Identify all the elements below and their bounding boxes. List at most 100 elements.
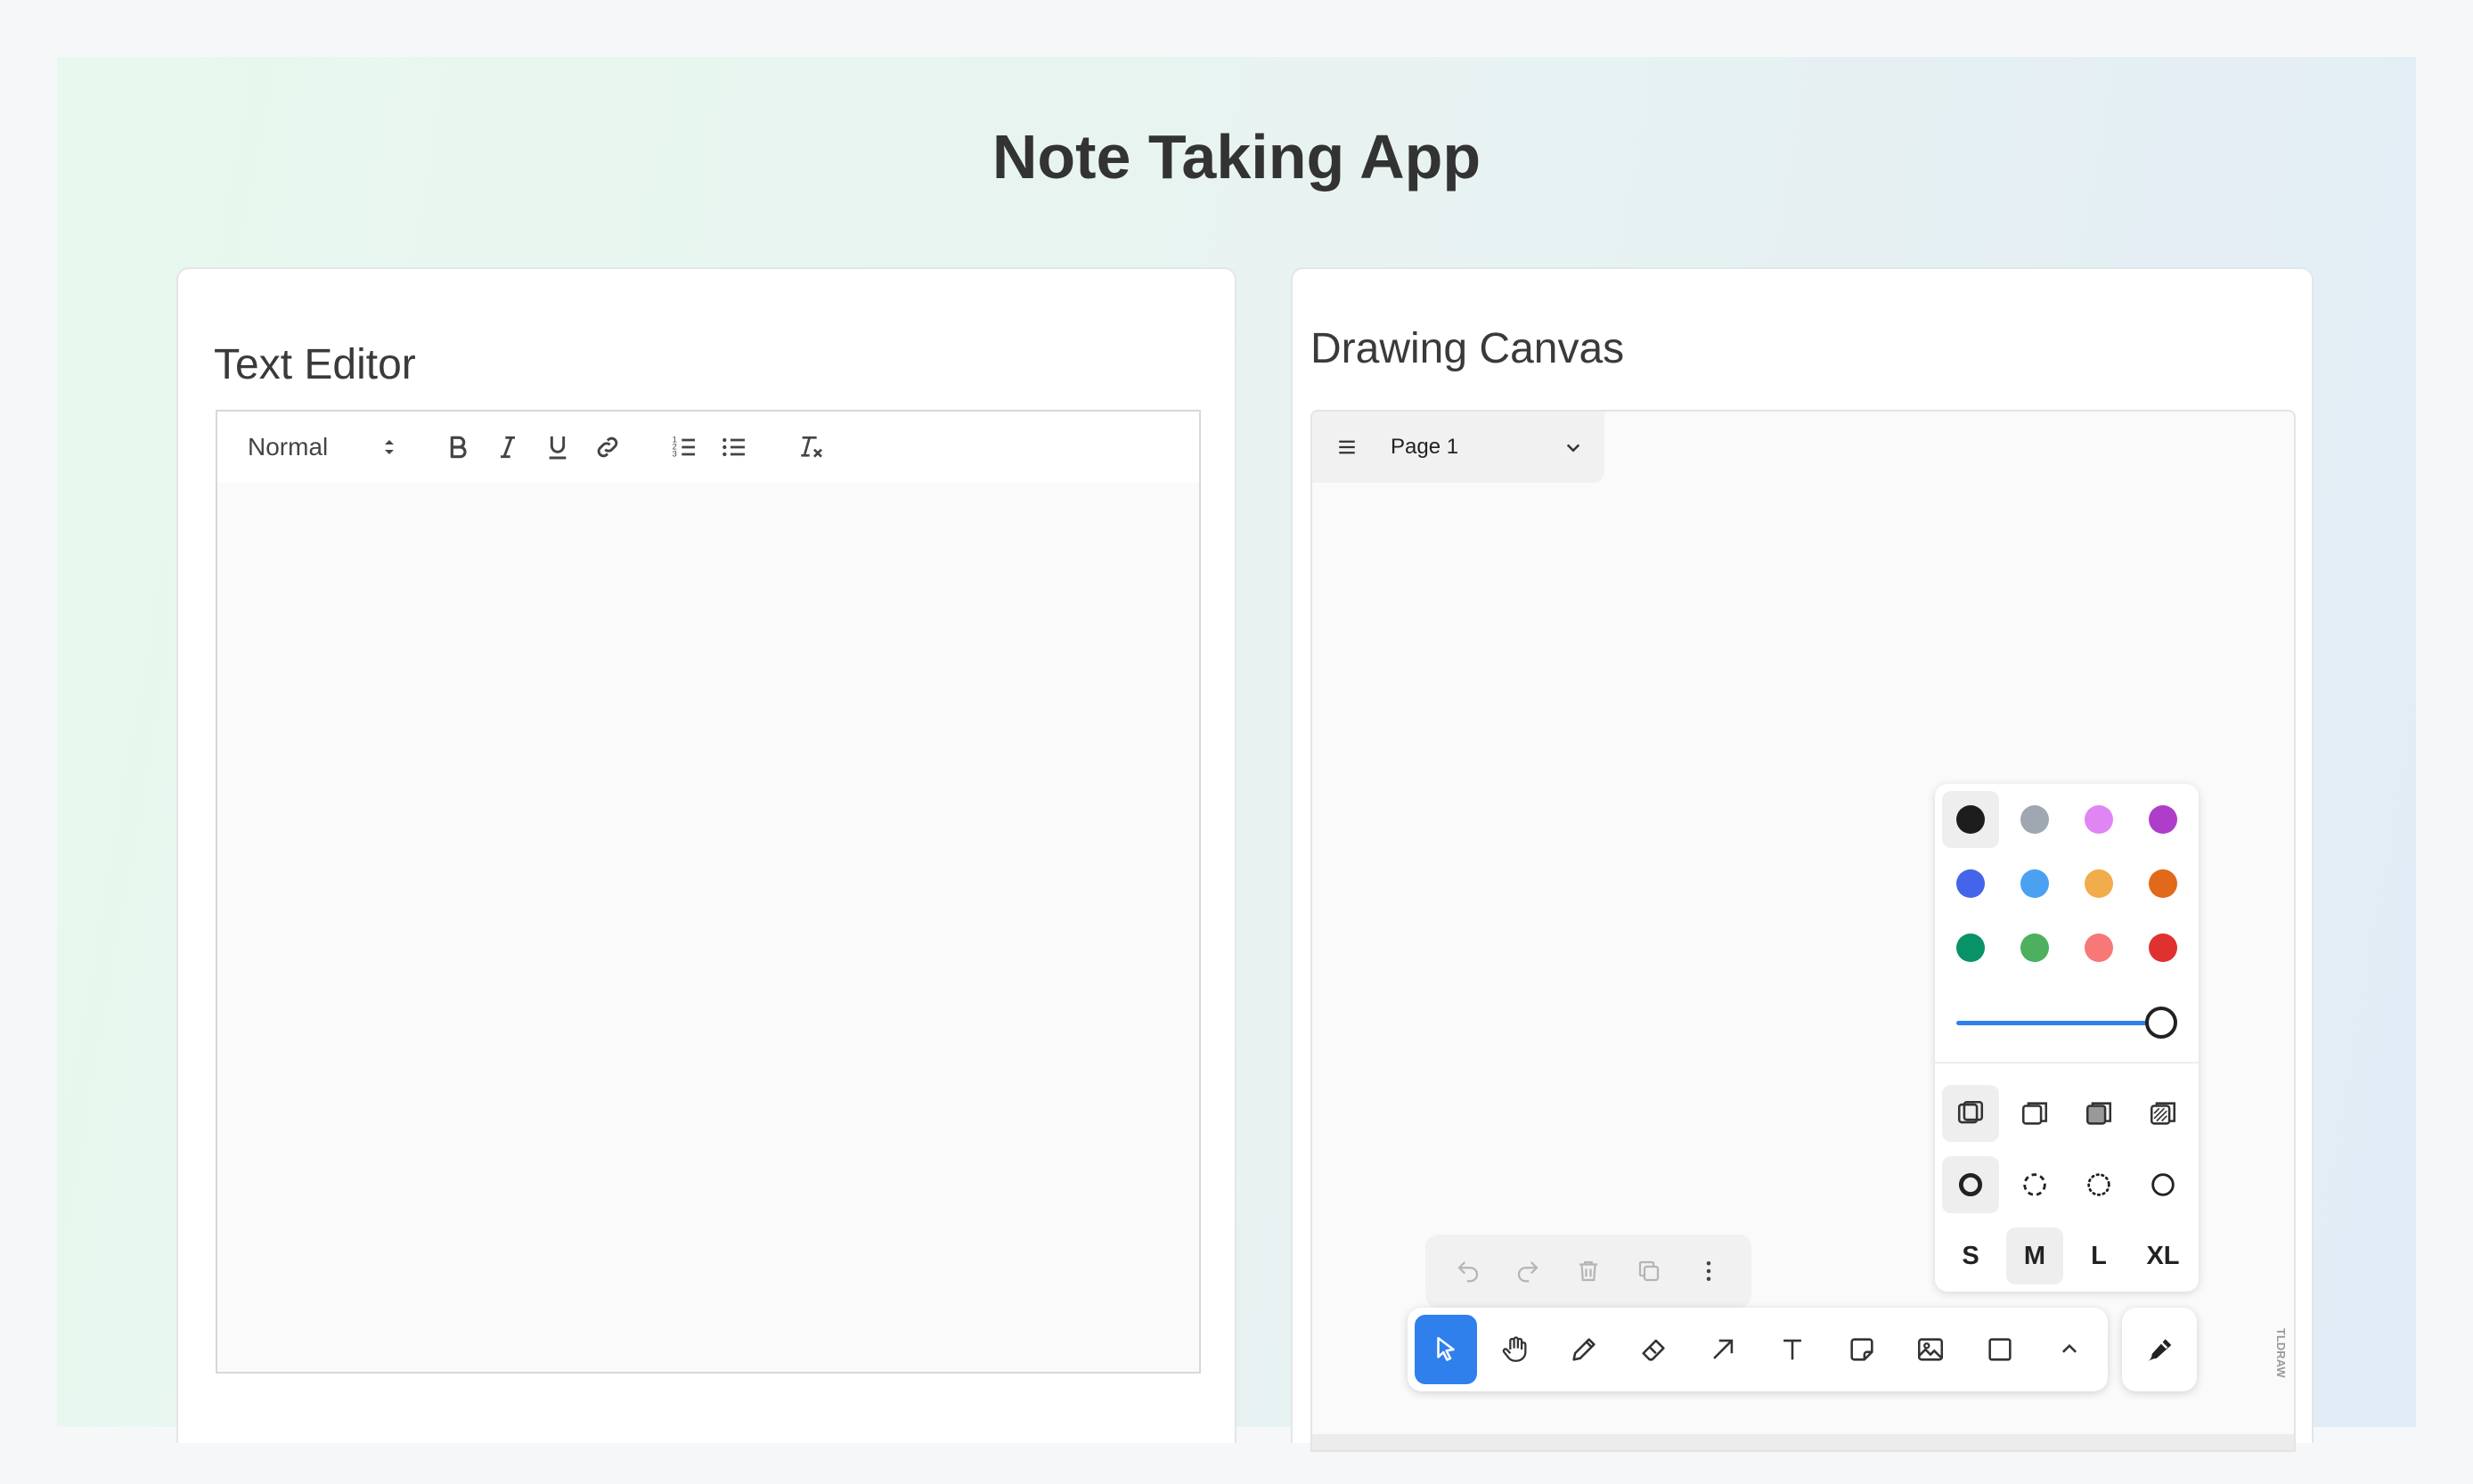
color-swatch-black[interactable] xyxy=(1942,791,1999,848)
select-arrows-icon xyxy=(385,440,394,454)
panel-divider xyxy=(1935,1062,2199,1064)
current-page-label: Page 1 xyxy=(1391,435,1459,459)
color-swatch-orange[interactable] xyxy=(2134,855,2191,912)
dash-draw-button[interactable] xyxy=(1942,1156,1999,1213)
chevron-down-icon[interactable] xyxy=(1560,434,1587,461)
underline-button[interactable] xyxy=(533,422,583,472)
fill-none-button[interactable] xyxy=(1942,1085,1999,1142)
tool-bar xyxy=(1408,1308,2108,1391)
redo-button[interactable] xyxy=(1503,1246,1553,1296)
color-swatch-green[interactable] xyxy=(1942,919,1999,976)
color-dot xyxy=(2020,869,2049,898)
bold-button[interactable] xyxy=(433,422,483,472)
color-dot xyxy=(2085,934,2113,962)
italic-icon xyxy=(501,436,515,459)
dash-draw-icon xyxy=(1958,1172,1983,1197)
opacity-slider-track[interactable] xyxy=(1956,1021,2161,1025)
tldraw-watermark: TLDRAW xyxy=(2274,1328,2288,1378)
page-title: Note Taking App xyxy=(992,122,1481,192)
image-icon xyxy=(1918,1338,1944,1361)
brush-icon xyxy=(2147,1339,2172,1362)
color-dot xyxy=(2020,934,2049,962)
color-swatch-light-green[interactable] xyxy=(2006,919,2063,976)
eraser-tool[interactable] xyxy=(1622,1315,1685,1384)
cursor-icon xyxy=(1437,1336,1455,1361)
arrow-tool[interactable] xyxy=(1692,1315,1754,1384)
size-m-button[interactable]: M xyxy=(2006,1227,2063,1284)
bullet-list-button[interactable] xyxy=(709,422,759,472)
rectangle-icon xyxy=(1988,1338,2012,1361)
page-menu[interactable]: Page 1 xyxy=(1312,412,1604,483)
select-tool[interactable] xyxy=(1415,1315,1477,1384)
link-icon xyxy=(597,436,618,458)
color-dot xyxy=(2085,869,2113,898)
link-button[interactable] xyxy=(583,422,633,472)
size-xl-button[interactable]: XL xyxy=(2134,1227,2191,1284)
color-swatch-violet[interactable] xyxy=(2134,791,2191,848)
redo-icon xyxy=(1518,1261,1538,1283)
pencil-icon xyxy=(1572,1338,1596,1361)
delete-button[interactable] xyxy=(1563,1246,1613,1296)
text-icon xyxy=(1783,1339,1801,1360)
asset-tool[interactable] xyxy=(1900,1315,1963,1384)
draw-tool[interactable] xyxy=(1554,1315,1616,1384)
color-dot xyxy=(2020,805,2049,834)
watermark-text: TLDRAW xyxy=(2274,1328,2288,1378)
more-tools-button[interactable] xyxy=(2038,1315,2101,1384)
undo-button[interactable] xyxy=(1443,1246,1493,1296)
text-tool[interactable] xyxy=(1761,1315,1824,1384)
bullet-list-icon xyxy=(722,437,745,457)
color-dot xyxy=(2085,805,2113,834)
color-dot xyxy=(1956,805,1985,834)
trash-icon xyxy=(1579,1260,1597,1282)
dash-dotted-button[interactable] xyxy=(2070,1156,2127,1213)
color-swatch-light-blue[interactable] xyxy=(2006,855,2063,912)
fill-solid-button[interactable] xyxy=(2070,1085,2127,1142)
editor-content-area[interactable] xyxy=(216,483,1201,1374)
hand-icon xyxy=(1502,1336,1527,1362)
drawing-canvas-heading: Drawing Canvas xyxy=(1310,325,1625,372)
undo-icon xyxy=(1457,1261,1478,1283)
duplicate-button[interactable] xyxy=(1624,1246,1674,1296)
fill-semi-button[interactable] xyxy=(2006,1085,2063,1142)
underline-icon xyxy=(549,436,567,460)
clear-format-button[interactable] xyxy=(786,422,836,472)
ordered-list-button[interactable]: 123 xyxy=(659,422,709,472)
color-swatch-yellow[interactable] xyxy=(2070,855,2127,912)
fill-pattern-icon xyxy=(2150,1102,2176,1125)
hand-tool[interactable] xyxy=(1484,1315,1547,1384)
dash-dotted-icon xyxy=(2087,1173,2110,1196)
text-editor-heading: Text Editor xyxy=(214,341,416,388)
dash-solid-icon xyxy=(2151,1173,2175,1196)
clear-format-icon xyxy=(801,436,822,458)
color-dot xyxy=(2149,805,2177,834)
rectangle-tool[interactable] xyxy=(1969,1315,2031,1384)
eraser-icon xyxy=(1642,1339,1665,1361)
sticky-note-icon xyxy=(1850,1338,1873,1361)
dash-solid-button[interactable] xyxy=(2134,1156,2191,1213)
fill-pattern-button[interactable] xyxy=(2134,1085,2191,1142)
italic-button[interactable] xyxy=(483,422,533,472)
color-swatch-grey[interactable] xyxy=(2006,791,2063,848)
text-editor-card: Text Editor Normal 123 xyxy=(176,267,1236,1443)
dash-dashed-icon xyxy=(2023,1173,2046,1196)
size-l-button[interactable]: L xyxy=(2070,1227,2127,1284)
note-tool[interactable] xyxy=(1831,1315,1893,1384)
color-dot xyxy=(2149,869,2177,898)
color-swatch-light-red[interactable] xyxy=(2070,919,2127,976)
brush-shortcut-button[interactable] xyxy=(2122,1308,2197,1391)
opacity-slider-thumb[interactable] xyxy=(2145,1007,2177,1039)
format-select[interactable]: Normal xyxy=(248,433,397,461)
color-swatch-light-violet[interactable] xyxy=(2070,791,2127,848)
fill-semi-icon xyxy=(2021,1102,2048,1125)
fill-solid-icon xyxy=(2085,1102,2112,1125)
format-select-value: Normal xyxy=(248,433,329,461)
size-s-button[interactable]: S xyxy=(1942,1227,1999,1284)
color-swatch-blue[interactable] xyxy=(1942,855,1999,912)
more-actions-button[interactable] xyxy=(1684,1246,1734,1296)
color-dot xyxy=(1956,934,1985,962)
color-swatch-red[interactable] xyxy=(2134,919,2191,976)
dash-dashed-button[interactable] xyxy=(2006,1156,2063,1213)
style-panel: S M L XL xyxy=(1935,784,2199,1292)
hamburger-menu-icon[interactable] xyxy=(1334,434,1360,461)
